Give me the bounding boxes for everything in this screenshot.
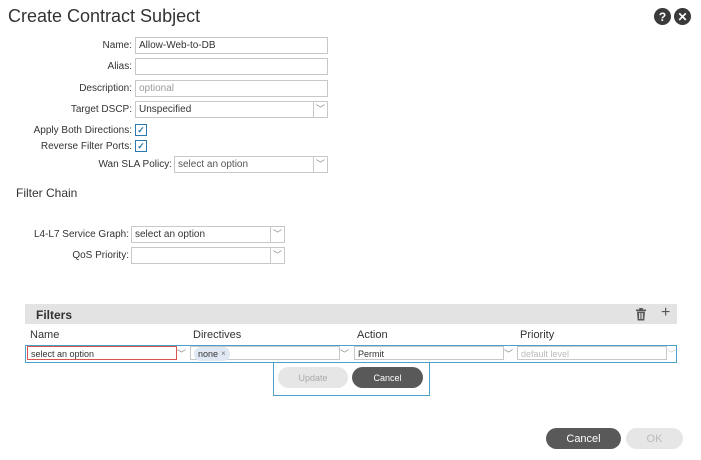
- column-header-directives: Directives: [193, 329, 242, 341]
- service-graph-label: L4-L7 Service Graph:: [33, 229, 129, 240]
- close-icon[interactable]: ✕: [674, 8, 691, 25]
- column-header-name: Name: [30, 329, 60, 341]
- description-label: Description:: [79, 83, 132, 94]
- filter-name-placeholder: select an option: [31, 349, 95, 359]
- checkmark-icon: ✓: [137, 141, 145, 151]
- name-input[interactable]: Allow-Web-to-DB: [135, 37, 328, 54]
- column-header-priority: Priority: [520, 329, 555, 341]
- reverse-ports-label: Reverse Filter Ports:: [40, 141, 132, 152]
- wan-sla-label: Wan SLA Policy:: [98, 159, 172, 170]
- chevron-down-icon[interactable]: ﹀: [340, 347, 349, 360]
- target-dscp-label: Target DSCP:: [70, 104, 132, 115]
- chevron-down-icon: ﹀: [313, 157, 327, 172]
- filters-title: Filters: [36, 308, 73, 322]
- plus-icon[interactable]: +: [661, 304, 670, 322]
- chevron-down-icon: ﹀: [313, 102, 327, 117]
- service-graph-placeholder: select an option: [135, 229, 206, 240]
- alias-input[interactable]: [135, 58, 328, 75]
- priority-placeholder: default level: [521, 349, 570, 359]
- qos-label: QoS Priority:: [72, 250, 129, 261]
- target-dscp-value: Unspecified: [139, 104, 192, 115]
- filter-chain-heading: Filter Chain: [16, 186, 78, 200]
- directive-chip-label: none: [198, 349, 219, 359]
- alias-label: Alias:: [107, 61, 132, 72]
- chevron-down-icon[interactable]: ﹀: [504, 347, 513, 360]
- action-value: Permit: [358, 349, 385, 359]
- chevron-down-icon[interactable]: ﹀: [667, 347, 676, 360]
- target-dscp-select[interactable]: Unspecified ﹀: [135, 101, 328, 118]
- update-button[interactable]: Update: [278, 367, 348, 388]
- chevron-down-icon[interactable]: ﹀: [177, 347, 186, 360]
- ok-button[interactable]: OK: [626, 428, 683, 449]
- reverse-ports-checkbox[interactable]: ✓: [135, 140, 147, 152]
- qos-select[interactable]: ﹀: [131, 247, 285, 264]
- description-input[interactable]: optional: [135, 80, 328, 97]
- name-label: Name:: [102, 40, 132, 51]
- row-cancel-button[interactable]: Cancel: [352, 367, 423, 388]
- directives-select[interactable]: none ×: [190, 346, 340, 361]
- header-icons: ? ✕: [654, 8, 691, 25]
- directive-chip: none ×: [194, 347, 230, 361]
- trash-icon[interactable]: [635, 308, 647, 321]
- column-header-action: Action: [357, 329, 388, 341]
- checkmark-icon: ✓: [137, 125, 145, 135]
- dialog-title: Create Contract Subject: [8, 6, 201, 26]
- cancel-button[interactable]: Cancel: [546, 428, 621, 449]
- priority-select[interactable]: default level: [517, 346, 667, 360]
- filter-name-select[interactable]: select an option: [27, 346, 177, 360]
- filters-toolbar: [25, 304, 677, 324]
- chevron-down-icon: ﹀: [270, 248, 284, 263]
- chevron-down-icon: ﹀: [270, 227, 284, 242]
- service-graph-select[interactable]: select an option ﹀: [131, 226, 285, 243]
- help-icon[interactable]: ?: [654, 8, 671, 25]
- remove-chip-icon[interactable]: ×: [221, 347, 226, 361]
- apply-both-checkbox[interactable]: ✓: [135, 124, 147, 136]
- action-select[interactable]: Permit: [354, 346, 504, 360]
- wan-sla-placeholder: select an option: [178, 159, 249, 170]
- wan-sla-select[interactable]: select an option ﹀: [174, 156, 328, 173]
- apply-both-label: Apply Both Directions:: [33, 125, 132, 136]
